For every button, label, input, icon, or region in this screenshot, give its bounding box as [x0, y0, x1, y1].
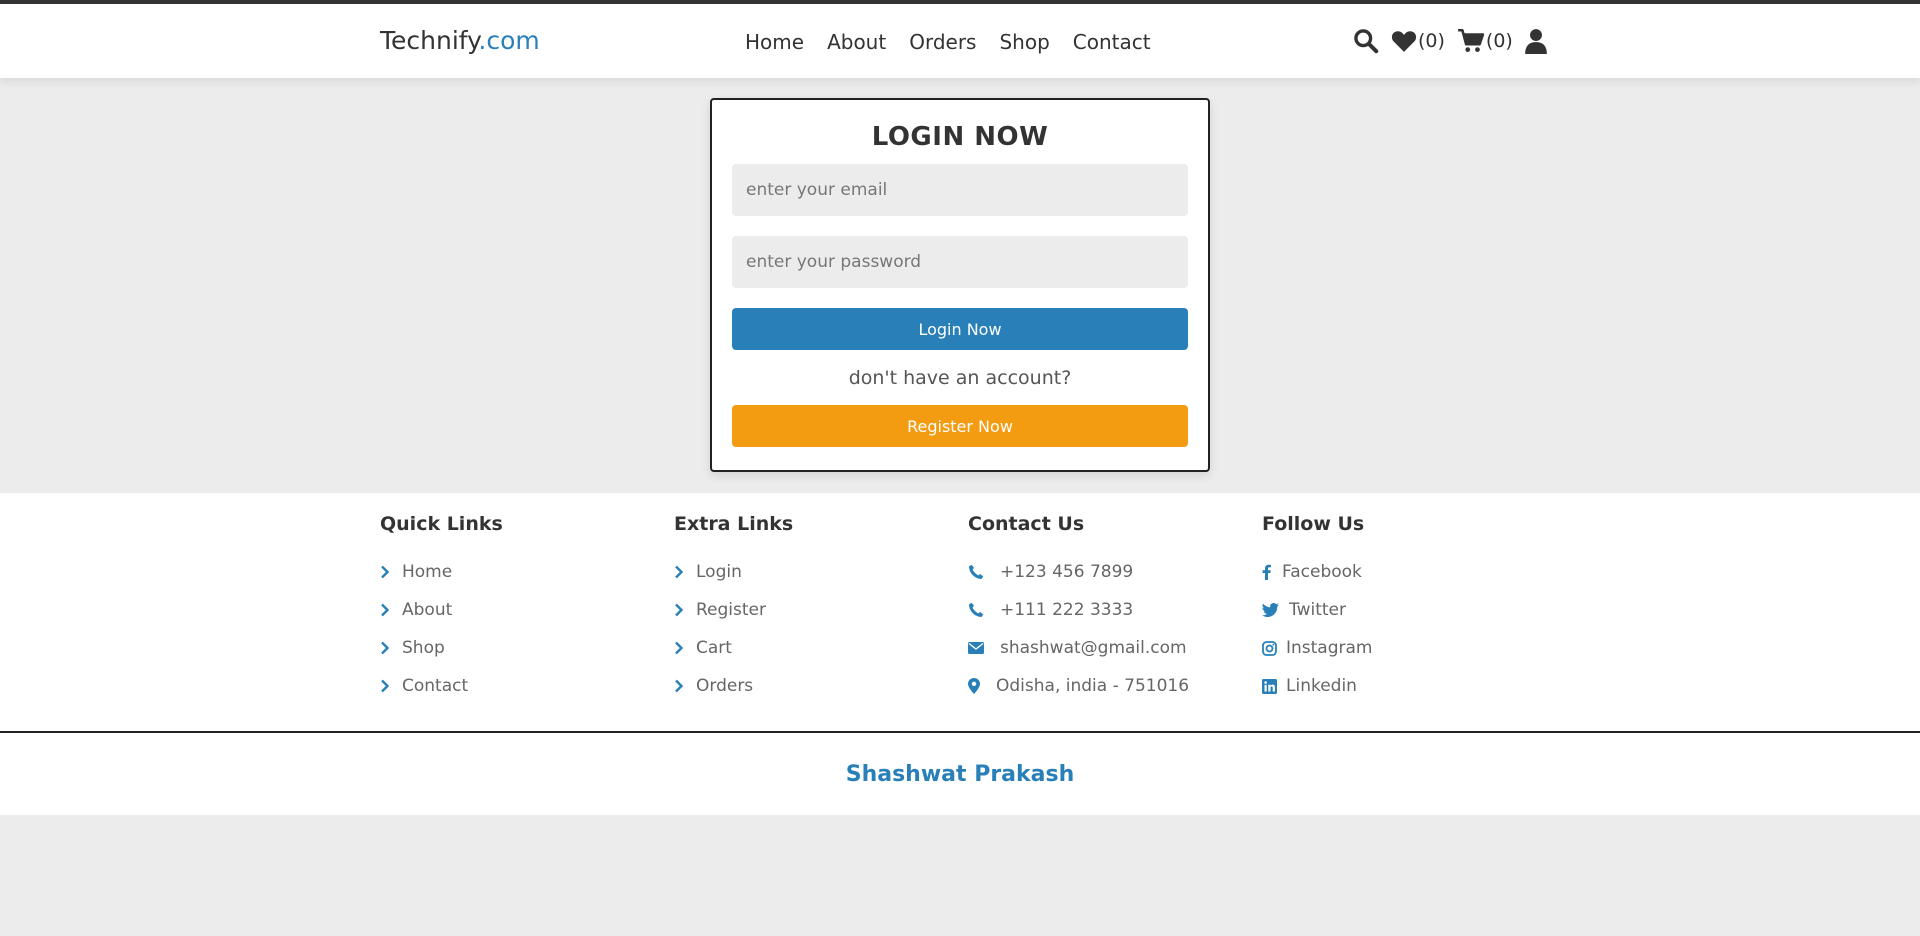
- nav-contact[interactable]: Contact: [1073, 30, 1151, 54]
- nav-home[interactable]: Home: [745, 30, 804, 54]
- extra-link-label: Register: [696, 600, 766, 620]
- facebook-icon: [1262, 564, 1282, 580]
- twitter-icon: [1262, 603, 1289, 617]
- contact-email[interactable]: shashwat@gmail.com: [968, 629, 1258, 667]
- contact-text: Odisha, india - 751016: [996, 676, 1190, 696]
- login-form: LOGIN NOW Login Now don't have an accoun…: [710, 98, 1210, 472]
- quick-link-label: About: [402, 600, 453, 620]
- chevron-right-icon: [380, 603, 402, 617]
- follow-label: Twitter: [1289, 600, 1346, 620]
- password-field[interactable]: [732, 236, 1188, 288]
- quick-link-contact[interactable]: Contact: [380, 667, 670, 705]
- follow-label: Instagram: [1286, 638, 1373, 658]
- logo[interactable]: Technify.com: [380, 26, 540, 55]
- login-button[interactable]: Login Now: [732, 308, 1188, 350]
- extra-link-label: Cart: [696, 638, 732, 658]
- search-icon: [1354, 29, 1379, 54]
- quick-link-label: Shop: [402, 638, 445, 658]
- quick-link-label: Home: [402, 562, 453, 582]
- heart-icon: [1391, 30, 1417, 52]
- footer: Quick Links Home About Shop Contact Extr…: [0, 493, 1920, 731]
- contact-text: +111 222 3333: [1000, 600, 1134, 620]
- contact-text: +123 456 7899: [1000, 562, 1134, 582]
- register-button[interactable]: Register Now: [732, 405, 1188, 447]
- email-field[interactable]: [732, 164, 1188, 216]
- main-nav: Home About Orders Shop Contact: [745, 30, 1151, 54]
- wishlist-count: (0): [1418, 29, 1445, 52]
- nav-about[interactable]: About: [827, 30, 886, 54]
- extra-link-login[interactable]: Login: [674, 553, 964, 591]
- extra-links-column: Extra Links Login Register Cart Orders: [674, 513, 964, 705]
- register-prompt: don't have an account?: [848, 367, 1072, 389]
- user-icon: [1525, 28, 1547, 54]
- wishlist-button[interactable]: (0): [1391, 29, 1445, 53]
- search-button[interactable]: [1352, 27, 1379, 54]
- user-button[interactable]: [1525, 28, 1547, 54]
- cart-icon: [1457, 28, 1485, 52]
- follow-facebook[interactable]: Facebook: [1262, 553, 1552, 591]
- extra-link-register[interactable]: Register: [674, 591, 964, 629]
- cart-count: (0): [1485, 29, 1513, 52]
- logo-main: Technify: [380, 26, 479, 55]
- nav-orders[interactable]: Orders: [909, 30, 976, 54]
- envelope-icon: [968, 642, 1000, 654]
- contact-address: Odisha, india - 751016: [968, 667, 1258, 705]
- credit-bar: Shashwat Prakash: [0, 731, 1920, 815]
- contact-title: Contact Us: [968, 513, 1085, 535]
- nav-shop[interactable]: Shop: [999, 30, 1049, 54]
- chevron-right-icon: [380, 641, 402, 655]
- phone-icon: [968, 564, 1000, 580]
- quick-link-home[interactable]: Home: [380, 553, 670, 591]
- form-title: LOGIN NOW: [871, 122, 1049, 152]
- instagram-icon: [1262, 640, 1286, 656]
- contact-column: Contact Us +123 456 7899 +111 222 3333 s…: [968, 513, 1258, 705]
- linkedin-icon: [1262, 678, 1286, 694]
- logo-accent: .com: [478, 26, 540, 55]
- follow-title: Follow Us: [1262, 513, 1365, 535]
- quick-links-column: Quick Links Home About Shop Contact: [380, 513, 670, 705]
- follow-label: Linkedin: [1286, 676, 1357, 696]
- header: Technify.com Home About Orders Shop Cont…: [0, 0, 1920, 78]
- chevron-right-icon: [380, 565, 402, 579]
- extra-links-title: Extra Links: [674, 513, 794, 535]
- chevron-right-icon: [674, 565, 696, 579]
- quick-link-about[interactable]: About: [380, 591, 670, 629]
- header-icons: (0) (0): [1352, 27, 1547, 54]
- chevron-right-icon: [674, 603, 696, 617]
- quick-link-shop[interactable]: Shop: [380, 629, 670, 667]
- chevron-right-icon: [674, 679, 696, 693]
- extra-link-cart[interactable]: Cart: [674, 629, 964, 667]
- map-marker-icon: [968, 678, 996, 694]
- phone-icon: [968, 602, 1000, 618]
- follow-twitter[interactable]: Twitter: [1262, 591, 1552, 629]
- quick-link-label: Contact: [402, 676, 469, 696]
- extra-link-label: Orders: [696, 676, 754, 696]
- cart-button[interactable]: (0): [1457, 28, 1513, 54]
- extra-link-label: Login: [696, 562, 742, 582]
- credit-text: Shashwat Prakash: [845, 761, 1075, 787]
- contact-phone-2[interactable]: +111 222 3333: [968, 591, 1258, 629]
- chevron-right-icon: [674, 641, 696, 655]
- follow-instagram[interactable]: Instagram: [1262, 629, 1552, 667]
- follow-column: Follow Us Facebook Twitter Instagram Lin…: [1262, 513, 1552, 705]
- follow-linkedin[interactable]: Linkedin: [1262, 667, 1552, 705]
- follow-label: Facebook: [1282, 562, 1362, 582]
- contact-text: shashwat@gmail.com: [1000, 638, 1187, 658]
- quick-links-title: Quick Links: [380, 513, 503, 535]
- contact-phone-1[interactable]: +123 456 7899: [968, 553, 1258, 591]
- chevron-right-icon: [380, 679, 402, 693]
- extra-link-orders[interactable]: Orders: [674, 667, 964, 705]
